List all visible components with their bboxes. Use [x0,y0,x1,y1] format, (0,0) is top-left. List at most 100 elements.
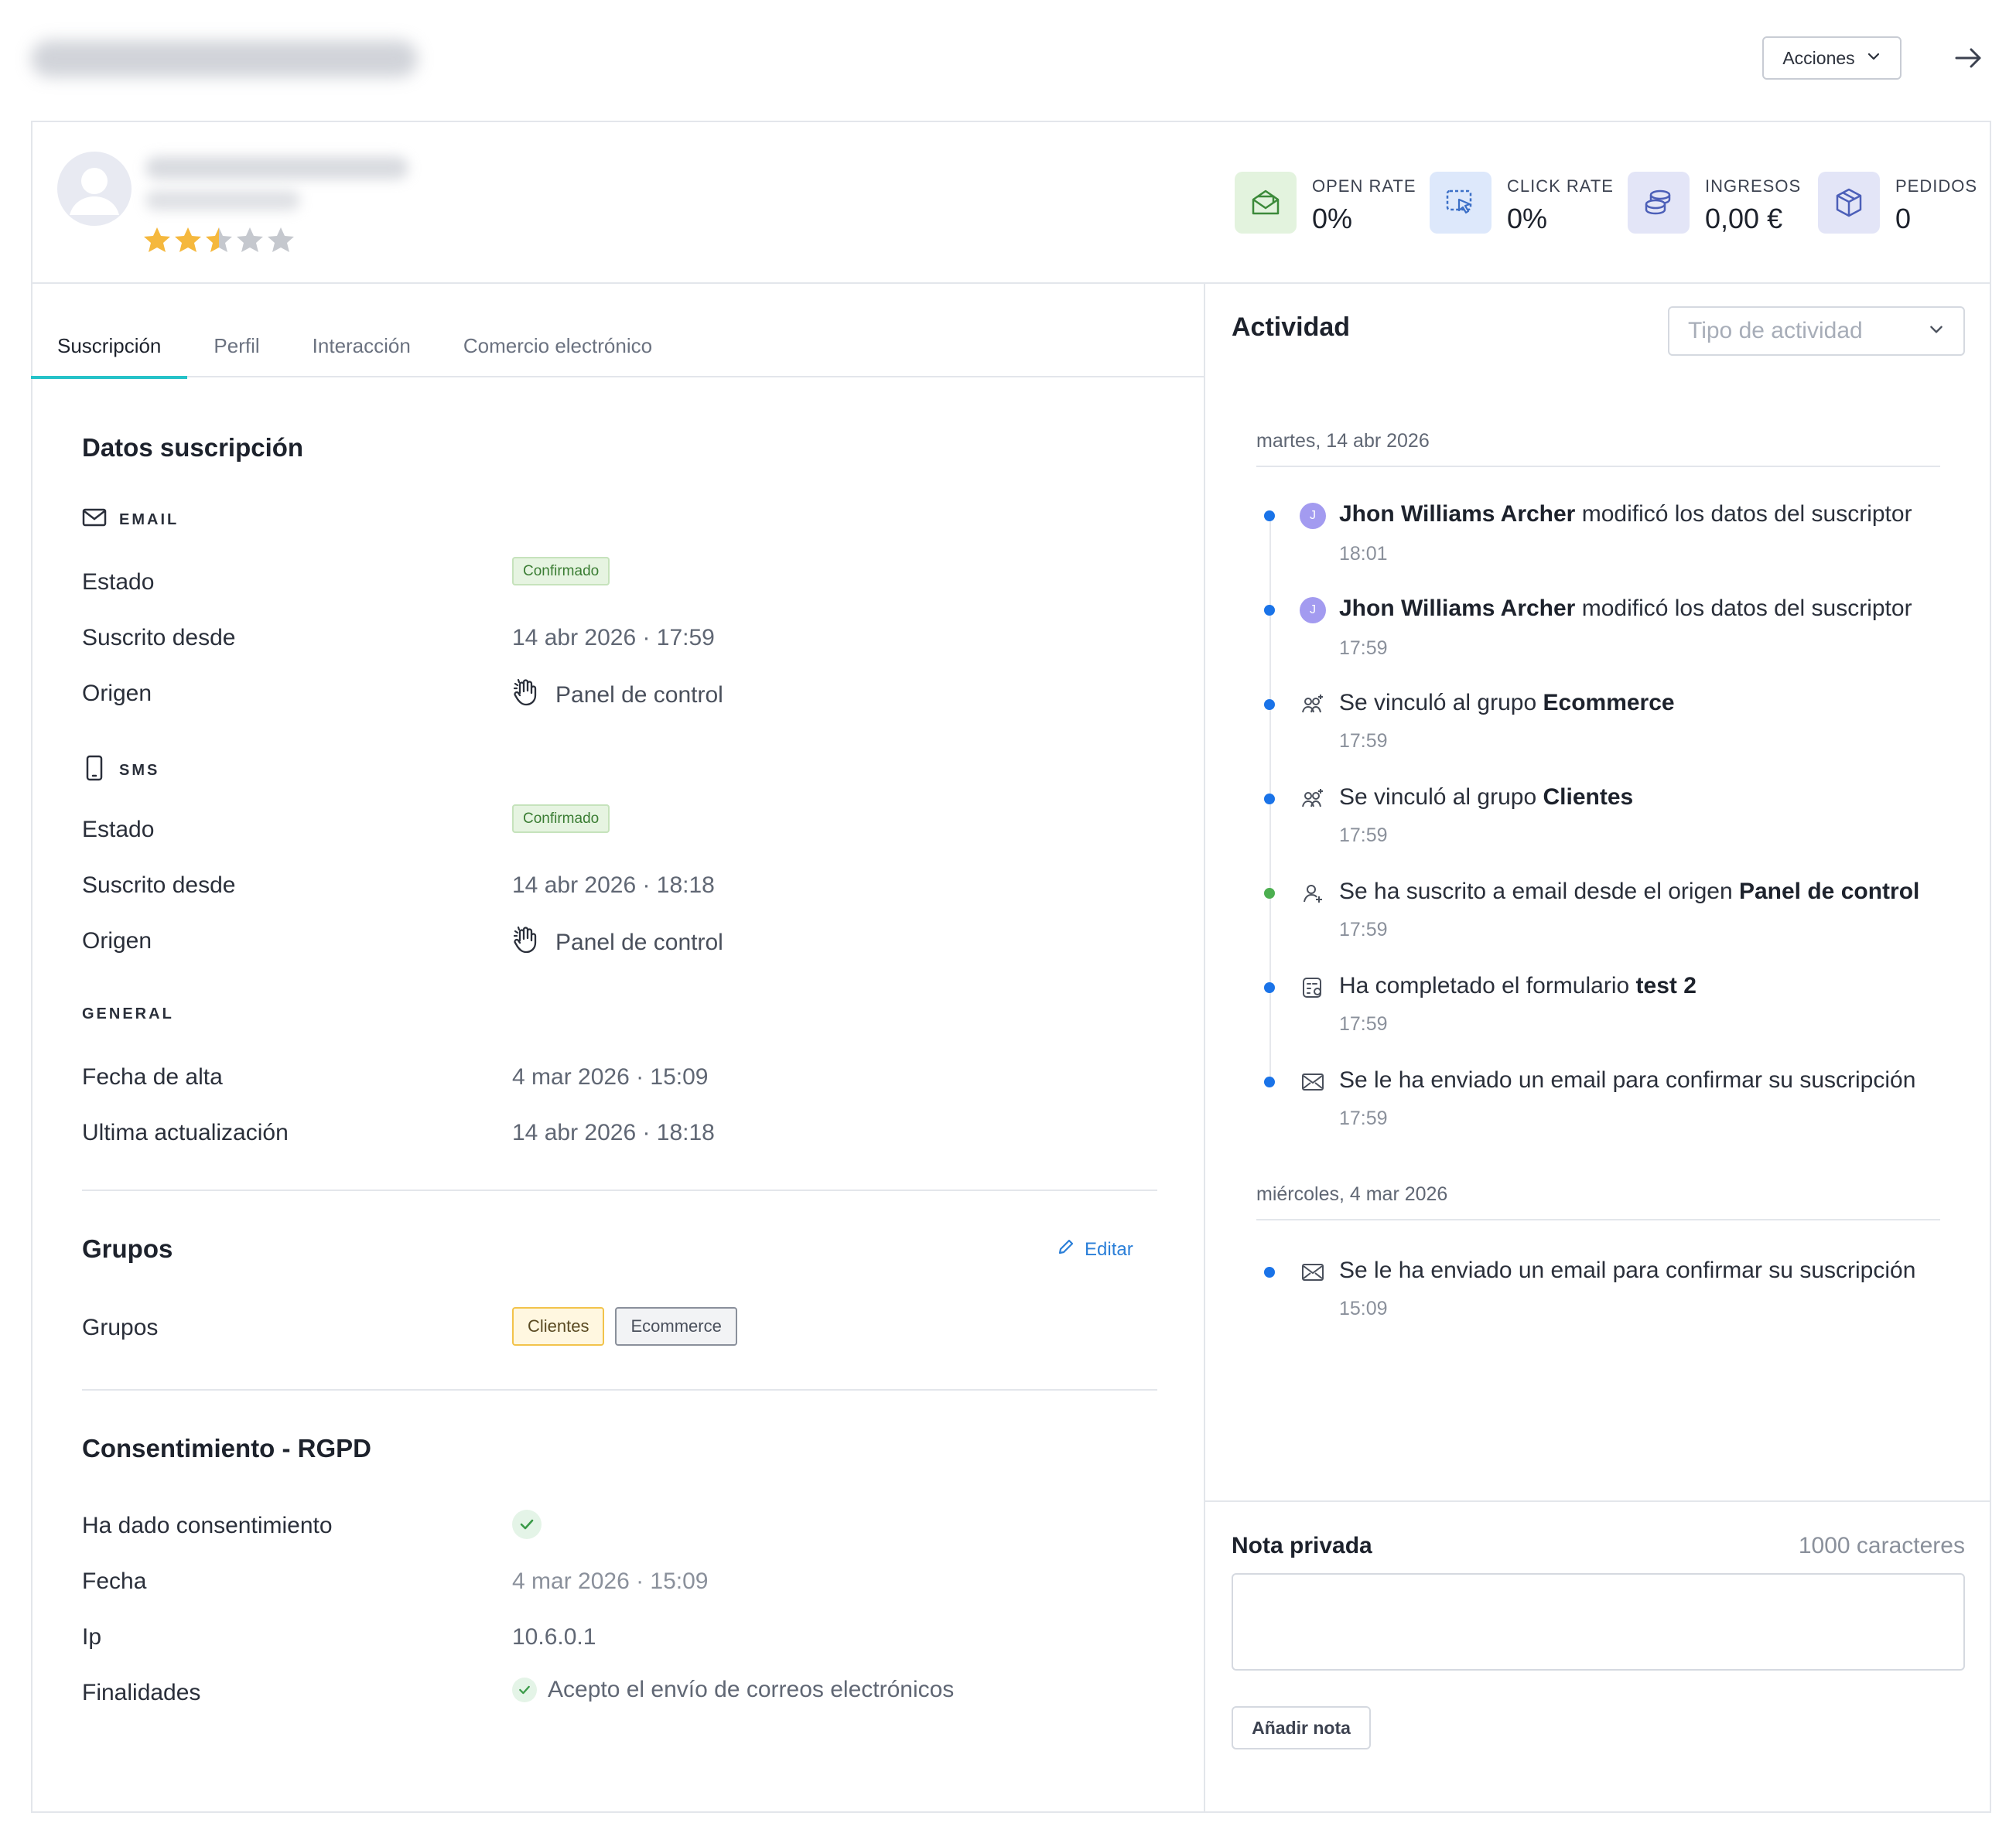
section-title-subscription: Datos suscripción [82,433,304,462]
event-user: Jhon Williams Archer [1339,596,1576,621]
edit-label: Editar [1085,1238,1133,1260]
chevron-down-icon [1866,48,1881,69]
phone-icon [82,755,107,786]
email-origen-value: Panel de control [512,678,723,713]
date-divider [1256,1219,1940,1220]
consent-purposes-label: Finalidades [82,1680,201,1705]
event-action: Se ha suscrito a email desde el origen [1339,879,1739,904]
user-add-icon [1298,879,1327,908]
section-divider [82,1190,1157,1191]
event-group: Clientes [1543,784,1634,810]
general-label: GENERAL [82,1005,174,1022]
user-avatar: J [1300,597,1326,623]
pencil-icon [1057,1237,1075,1261]
general-subsection-header: GENERAL [82,1005,174,1023]
sms-origen-value: Panel de control [512,925,723,961]
group-chips: Clientes Ecommerce [512,1307,737,1346]
event-action: modificó los datos del suscriptor [1575,596,1912,621]
hand-wave-icon [512,678,540,713]
timeline-dot [1264,1077,1275,1087]
metric-value: 0% [1507,203,1548,234]
consent-check-icon [512,1510,542,1539]
consent-ip-label: Ip [82,1624,102,1650]
activity-event-text: Ha completado el formulario test 2 [1339,973,1697,999]
star-icon [206,227,232,252]
envelope-icon [1298,1258,1327,1287]
group-add-icon [1298,690,1327,719]
email-label: EMAIL [119,510,179,528]
activity-date-header: martes, 14 abr 2026 [1256,430,1430,452]
ultima-actualizacion-label: Ultima actualización [82,1120,289,1145]
sms-status-badge: Confirmado [512,804,610,833]
hand-wave-icon [512,925,540,961]
tab-interaccion[interactable]: Interacción [286,314,437,377]
activity-event-text: Se le ha enviado un email para confirmar… [1339,1067,1916,1093]
consent-ip-value: 10.6.0.1 [512,1624,596,1650]
cursor-click-icon [1430,172,1491,234]
subscriber-phone-blurred [145,190,300,210]
activity-event-time: 17:59 [1339,637,1388,659]
email-status-badge: Confirmado [512,557,610,585]
origin-text: Panel de control [555,930,723,955]
star-icon [268,227,294,252]
metric-label: PEDIDOS [1895,176,1978,196]
purpose-text: Acepto el envío de correos electrónicos [548,1677,955,1702]
tab-comercio-electronico[interactable]: Comercio electrónico [437,314,678,377]
envelope-icon [1298,1067,1327,1097]
section-title-groups: Grupos [82,1234,173,1263]
group-chip-clientes[interactable]: Clientes [512,1307,605,1346]
metric-value: 0,00 € [1705,203,1783,234]
consent-date-label: Fecha [82,1568,147,1594]
activity-event-text: Se vinculó al grupo Ecommerce [1339,690,1675,716]
activity-event-time: 17:59 [1339,730,1388,752]
consent-purpose-item: Acepto el envío de correos electrónicos [512,1677,954,1703]
edit-groups-button[interactable]: Editar [1057,1237,1133,1261]
metric-label: CLICK RATE [1507,176,1614,196]
activity-date-header: miércoles, 4 mar 2026 [1256,1183,1448,1205]
metric-click-rate: CLICK RATE 0% [1430,172,1614,235]
activity-event-time: 17:59 [1339,1108,1388,1129]
avatar [57,152,132,226]
group-chip-ecommerce[interactable]: Ecommerce [615,1307,737,1346]
activity-event-text: Se vinculó al grupo Clientes [1339,784,1633,811]
timeline-dot [1264,794,1275,804]
activity-event-time: 15:09 [1339,1298,1388,1319]
star-icon [175,227,201,252]
private-note-textarea[interactable] [1232,1573,1965,1671]
star-icon [144,227,170,252]
email-subsection-header: EMAIL [82,507,179,532]
private-note-title: Nota privada [1232,1533,1372,1558]
tab-perfil[interactable]: Perfil [187,314,285,377]
add-note-button[interactable]: Añadir nota [1232,1706,1371,1749]
metric-label: INGRESOS [1705,176,1802,196]
actions-dropdown-button[interactable]: Acciones [1762,36,1902,80]
activity-event-time: 17:59 [1339,824,1388,846]
section-divider [82,1389,1157,1391]
metric-value: 0 [1895,203,1912,234]
event-action: Se vinculó al grupo [1339,690,1543,715]
event-user: Jhon Williams Archer [1339,501,1576,527]
sms-origen-label: Origen [82,928,152,954]
fecha-alta-value: 4 mar 2026 · 15:09 [512,1064,709,1090]
timeline-dot [1264,888,1275,899]
chevron-down-icon [1928,318,1945,344]
email-desde-label: Suscrito desde [82,625,236,650]
subscriber-name-blurred [145,156,408,179]
timeline-dot [1264,510,1275,521]
origin-text: Panel de control [555,682,723,708]
email-origen-label: Origen [82,681,152,706]
fecha-alta-label: Fecha de alta [82,1064,223,1090]
rating-stars [142,226,296,254]
activity-event-time: 18:01 [1339,543,1388,565]
activity-type-select[interactable]: Tipo de actividad [1668,306,1965,356]
timeline-dot [1264,1267,1275,1278]
activity-event-time: 17:59 [1339,1013,1388,1035]
note-char-counter: 1000 caracteres [1798,1533,1965,1558]
sms-desde-value: 14 abr 2026 · 18:18 [512,872,715,898]
close-panel-arrow-icon[interactable] [1949,40,1988,76]
section-title-consent: Consentimiento - RGPD [82,1434,372,1463]
column-divider [1204,283,1205,1813]
timeline-dot [1264,982,1275,993]
date-divider [1256,466,1940,467]
tab-suscripcion[interactable]: Suscripción [31,314,188,379]
